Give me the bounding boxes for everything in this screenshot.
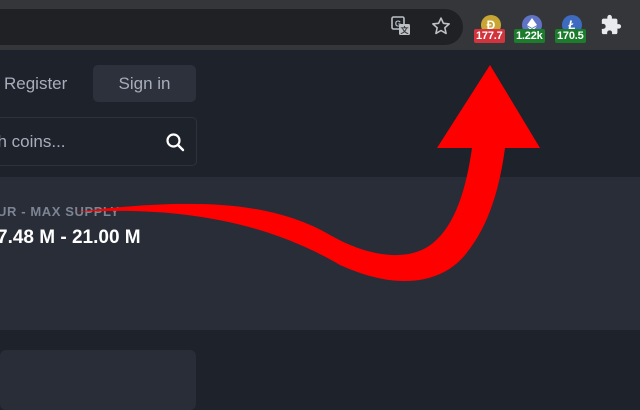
search-input[interactable]	[0, 118, 149, 165]
register-link[interactable]: Register	[4, 74, 67, 94]
browser-toolbar: G 文 Ð 177.7 1.22k Ł 170.5	[0, 0, 640, 50]
extension-ethereum[interactable]: 1.22k	[514, 13, 545, 43]
svg-text:文: 文	[401, 25, 410, 35]
bookmark-star-icon[interactable]	[429, 14, 453, 38]
supply-card: UR - MAX SUPPLY 7.48 M - 21.00 M	[0, 177, 640, 330]
extensions-puzzle-icon[interactable]	[600, 14, 622, 36]
translate-icon[interactable]: G 文	[389, 14, 413, 38]
supply-value: 7.48 M - 21.00 M	[0, 227, 141, 248]
extension-dogecoin[interactable]: Ð 177.7	[474, 13, 505, 43]
price-badge: 170.5	[555, 29, 586, 43]
page-content: Register Sign in UR - MAX SUPPLY 7.48 M …	[0, 50, 640, 410]
info-card	[0, 350, 196, 410]
extension-litecoin[interactable]: Ł 170.5	[555, 13, 586, 43]
sign-in-button[interactable]: Sign in	[93, 65, 196, 102]
search-box[interactable]	[0, 117, 197, 166]
price-badge: 1.22k	[514, 29, 545, 43]
search-icon[interactable]	[165, 132, 185, 152]
price-badge: 177.7	[474, 29, 505, 43]
supply-label: UR - MAX SUPPLY	[0, 204, 120, 219]
